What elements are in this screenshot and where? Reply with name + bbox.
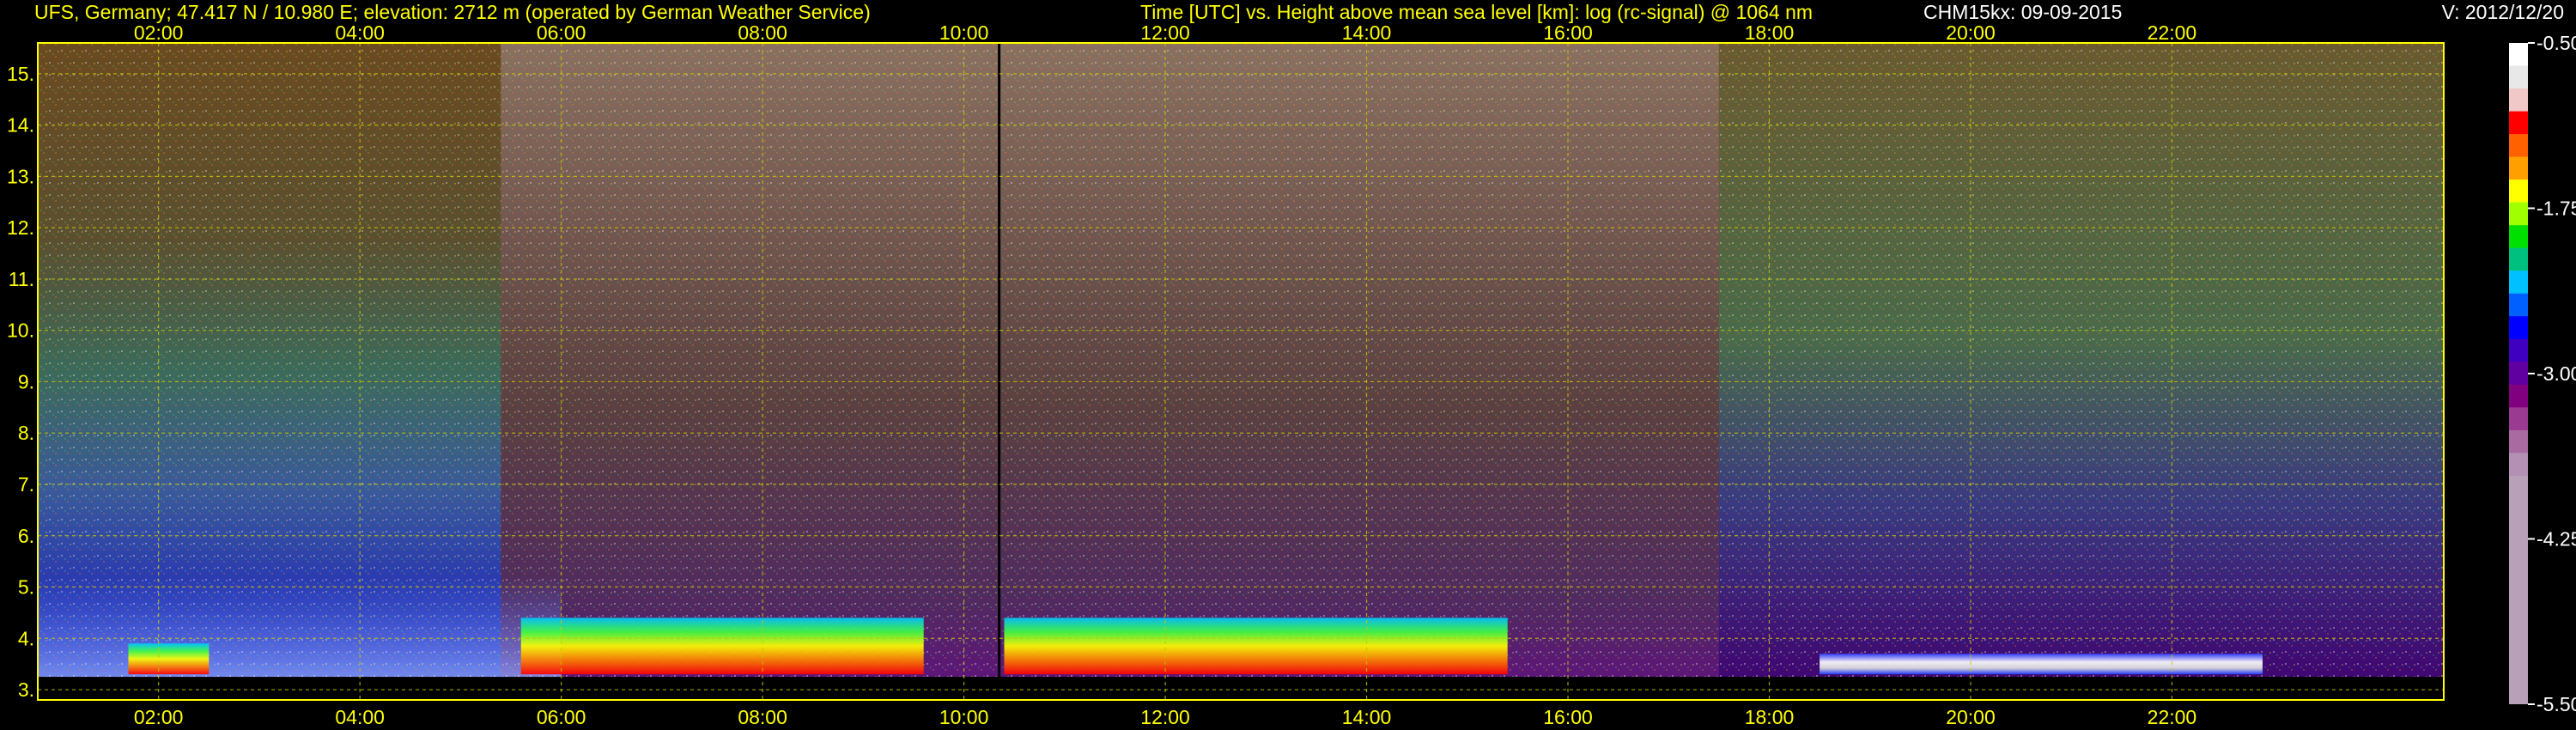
- x-axis-bottom: 02:00 04:00 06:00 08:00 10:00 12:00 14:00 16:00…: [134, 706, 2196, 728]
- x-tick-label-bottom: 02:00: [134, 706, 184, 728]
- cloud-layer: [520, 617, 924, 675]
- colorbar: -0.50 -1.75 -3.00 -4.25 -5.50: [2509, 32, 2576, 715]
- colorbar-label: -3.00: [2537, 362, 2576, 385]
- colorbar-swatch: [2509, 271, 2528, 295]
- colorbar-swatch: [2509, 111, 2528, 135]
- x-tick-label-bottom: 04:00: [335, 706, 385, 728]
- colorbar-swatch: [2509, 429, 2528, 453]
- ground-band: [38, 677, 2444, 700]
- y-tick-label: 4.: [18, 627, 34, 649]
- x-tick-label-top: 18:00: [1745, 21, 1795, 44]
- cloud-layer: [1820, 654, 2263, 675]
- colorbar-swatch: [2509, 407, 2528, 431]
- colorbar-swatch: [2509, 338, 2528, 362]
- x-tick-label-bottom: 22:00: [2148, 706, 2197, 728]
- x-tick-label-top: 16:00: [1543, 21, 1593, 44]
- plot-background: [38, 43, 2444, 700]
- cloud-layer: [128, 643, 210, 675]
- colorbar-swatch: [2509, 65, 2528, 89]
- x-axis-top: 02:00 04:00 06:00 08:00 10:00 12:00 14:00 16:00…: [134, 21, 2196, 44]
- signal-noise: [38, 43, 2444, 700]
- y-axis: 3. 4. 5. 6. 7. 8. 9. 10. 11. 12. 13. 14. 15.: [7, 63, 34, 701]
- y-tick-label: 8.: [18, 422, 34, 444]
- x-tick-label-top: 02:00: [134, 21, 184, 44]
- x-tick-label-bottom: 14:00: [1342, 706, 1392, 728]
- x-tick-label-top: 20:00: [1946, 21, 1996, 44]
- x-tick-label-top: 04:00: [335, 21, 385, 44]
- colorbar-label: -5.50: [2537, 693, 2576, 715]
- x-tick-label-top: 10:00: [939, 21, 989, 44]
- y-tick-label: 15.: [7, 63, 34, 85]
- y-tick-label: 3.: [18, 678, 34, 701]
- y-tick-label: 11.: [9, 268, 34, 290]
- y-tick-label: 6.: [18, 525, 34, 547]
- y-tick-label: 7.: [18, 473, 34, 496]
- y-tick-label: 5.: [18, 576, 34, 599]
- x-tick-label-bottom: 16:00: [1543, 706, 1593, 728]
- lidar-heatmap: 02:00 04:00 06:00 08:00 10:00 12:00 14:00 16:00…: [7, 21, 2576, 728]
- colorbar-label: -4.25: [2537, 528, 2576, 551]
- y-tick-label: 9.: [18, 370, 34, 392]
- colorbar-swatch: [2509, 384, 2528, 408]
- colorbar-label: -1.75: [2537, 198, 2576, 220]
- colorbar-swatch: [2509, 293, 2528, 317]
- colorbar-swatch: [2509, 179, 2528, 204]
- x-tick-label-bottom: 10:00: [939, 706, 989, 728]
- x-tick-label-bottom: 12:00: [1140, 706, 1190, 728]
- x-tick-label-top: 22:00: [2148, 21, 2197, 44]
- colorbar-swatch: [2509, 316, 2528, 340]
- x-tick-label-bottom: 18:00: [1745, 706, 1795, 728]
- x-tick-label-bottom: 08:00: [738, 706, 787, 728]
- x-tick-label-top: 12:00: [1140, 21, 1190, 44]
- x-tick-label-top: 06:00: [537, 21, 586, 44]
- colorbar-swatch: [2509, 453, 2528, 477]
- colorbar-swatch: [2509, 202, 2528, 226]
- y-tick-label: 13.: [7, 165, 34, 187]
- colorbar-swatch: [2509, 475, 2528, 704]
- x-tick-label-bottom: 20:00: [1946, 706, 1996, 728]
- y-tick-label: 14.: [7, 114, 34, 137]
- x-tick-label-top: 14:00: [1342, 21, 1392, 44]
- x-tick-label-top: 08:00: [738, 21, 787, 44]
- colorbar-swatch: [2509, 43, 2528, 67]
- colorbar-swatch: [2509, 362, 2528, 386]
- colorbar-swatch: [2509, 225, 2528, 249]
- x-tick-label-bottom: 06:00: [537, 706, 586, 728]
- y-tick-label: 12.: [7, 216, 34, 239]
- colorbar-swatch: [2509, 134, 2528, 158]
- y-tick-label: 10.: [7, 319, 34, 342]
- colorbar-swatch: [2509, 88, 2528, 113]
- colorbar-swatch: [2509, 156, 2528, 180]
- colorbar-label: -0.50: [2537, 32, 2576, 54]
- colorbar-swatch: [2509, 247, 2528, 271]
- cloud-layer: [1004, 617, 1508, 675]
